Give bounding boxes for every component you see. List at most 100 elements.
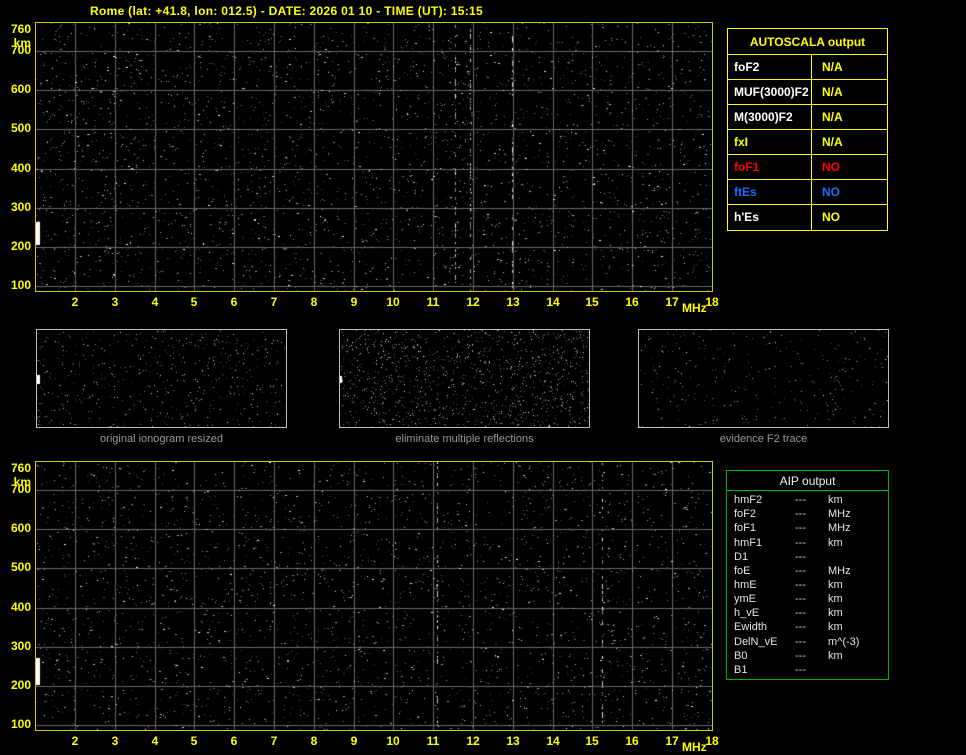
x-tick-label: 3	[111, 295, 119, 309]
x-tick-label: 12	[466, 734, 480, 748]
param-unit: m^(-3)	[828, 635, 860, 648]
x-tick-label: 6	[230, 295, 238, 309]
y-tick-label: 100	[10, 278, 31, 292]
param-label: ftEs	[728, 180, 812, 204]
param-name: B0	[734, 649, 748, 662]
param-name: D1	[734, 550, 749, 563]
x-tick-label: 8	[310, 295, 318, 309]
param-value: ---	[795, 536, 806, 549]
param-unit: MHz	[828, 564, 851, 577]
param-name: hmE	[734, 579, 757, 592]
aip-row-fof2: foF2 --- MHz	[727, 507, 888, 521]
x-tick-label: 13	[506, 295, 520, 309]
x-tick-label: 11	[426, 295, 440, 309]
autoscala-row-fof2: foF2 N/A	[728, 55, 887, 80]
param-name: foF1	[734, 522, 757, 535]
x-tick-label: 3	[111, 734, 119, 748]
x-tick-label: 2	[71, 734, 79, 748]
x-tick-label: 4	[151, 734, 159, 748]
aip-row-hve: h_vE --- km	[727, 606, 888, 620]
aip-row-hme: hmE --- km	[727, 578, 888, 592]
param-unit: km	[828, 593, 843, 606]
param-label: fxI	[728, 130, 812, 154]
thumbnail-original-canvas	[37, 330, 286, 427]
param-label: foF1	[728, 155, 812, 179]
thumbnail-original-ionogram	[36, 329, 287, 428]
y-axis-unit-label: km	[13, 36, 31, 50]
param-name: hmF1	[734, 536, 763, 549]
param-value: N/A	[822, 85, 843, 99]
param-value: ---	[795, 564, 806, 577]
thumbnail-caption-original: original ionogram resized	[100, 433, 223, 445]
autoscala-output-table: AUTOSCALA output foF2 N/A MUF(3000)F2 N/…	[727, 28, 888, 231]
x-tick-label: 15	[585, 295, 599, 309]
y-tick-label: 300	[10, 200, 31, 214]
autoscala-row-fof1: foF1 NO	[728, 155, 887, 180]
x-tick-label: 4	[151, 295, 159, 309]
param-value: ---	[795, 494, 806, 507]
x-axis-unit-label: MHz	[682, 740, 707, 754]
x-axis-unit-label: MHz	[682, 301, 707, 315]
thumbnail-caption-f2: evidence F2 trace	[719, 433, 808, 445]
x-tick-label: 7	[270, 295, 278, 309]
aip-row-delnve: DelN_vE --- m^(-3)	[727, 635, 888, 649]
aip-row-hmf2: hmF2 --- km	[727, 493, 888, 507]
aip-row-b0: B0 --- km	[727, 649, 888, 663]
thumbnail-caption-multiples: eliminate multiple reflections	[395, 433, 534, 445]
param-value: NO	[822, 185, 840, 199]
y-tick-label: 100	[10, 717, 31, 731]
param-label: h'Es	[728, 205, 812, 230]
x-tick-label: 9	[350, 295, 358, 309]
autoscala-row-fxi: fxI N/A	[728, 130, 887, 155]
param-value: N/A	[822, 135, 843, 149]
param-value: ---	[795, 607, 806, 620]
x-tick-label: 2	[71, 295, 79, 309]
param-name: B1	[734, 663, 748, 676]
thumbnail-f2-canvas	[639, 330, 888, 427]
aip-row-d1: D1 ---	[727, 550, 888, 564]
main-ionogram-panel	[35, 22, 713, 292]
x-tick-label: 11	[426, 734, 440, 748]
param-value: ---	[795, 649, 806, 662]
param-value: ---	[795, 663, 806, 676]
param-unit: MHz	[828, 522, 851, 535]
param-label: foF2	[728, 55, 812, 79]
autoscala-row-ftes: ftEs NO	[728, 180, 887, 205]
thumbnail-multiple-reflections	[339, 329, 590, 428]
y-tick-label: 760	[10, 22, 31, 36]
param-name: DelN_vE	[734, 635, 778, 648]
x-tick-label: 16	[625, 734, 639, 748]
x-tick-label: 12	[466, 295, 480, 309]
param-unit: km	[828, 579, 843, 592]
x-tick-label: 10	[386, 295, 400, 309]
aip-row-hmf1: hmF1 --- km	[727, 535, 888, 549]
aip-row-foe: foE --- MHz	[727, 564, 888, 578]
y-tick-label: 600	[10, 521, 31, 535]
x-tick-label: 15	[585, 734, 599, 748]
aip-ionogram-canvas	[36, 462, 712, 730]
autoscala-row-muf3000f2: MUF(3000)F2 N/A	[728, 80, 887, 105]
y-axis-unit-label: km	[13, 475, 31, 489]
y-tick-label: 200	[10, 678, 31, 692]
x-tick-label: 14	[546, 734, 560, 748]
param-value: ---	[795, 621, 806, 634]
param-value: NO	[822, 160, 840, 174]
param-value: N/A	[822, 60, 843, 74]
x-tick-label: 16	[625, 295, 639, 309]
param-name: hmF2	[734, 494, 763, 507]
param-value: ---	[795, 635, 806, 648]
x-tick-label: 9	[350, 734, 358, 748]
param-unit: km	[828, 649, 843, 662]
param-value: ---	[795, 579, 806, 592]
x-tick-label: 13	[506, 734, 520, 748]
autoscala-row-m3000f2: M(3000)F2 N/A	[728, 105, 887, 130]
aip-row-b1: B1 ---	[727, 663, 888, 677]
x-tick-label: 10	[386, 734, 400, 748]
param-label: MUF(3000)F2	[728, 80, 812, 104]
param-name: Ewidth	[734, 621, 768, 634]
param-name: ymE	[734, 593, 756, 606]
autoscala-table-title: AUTOSCALA output	[728, 29, 887, 55]
param-unit: km	[828, 536, 843, 549]
param-label: M(3000)F2	[728, 105, 812, 129]
x-tick-label: 7	[270, 734, 278, 748]
